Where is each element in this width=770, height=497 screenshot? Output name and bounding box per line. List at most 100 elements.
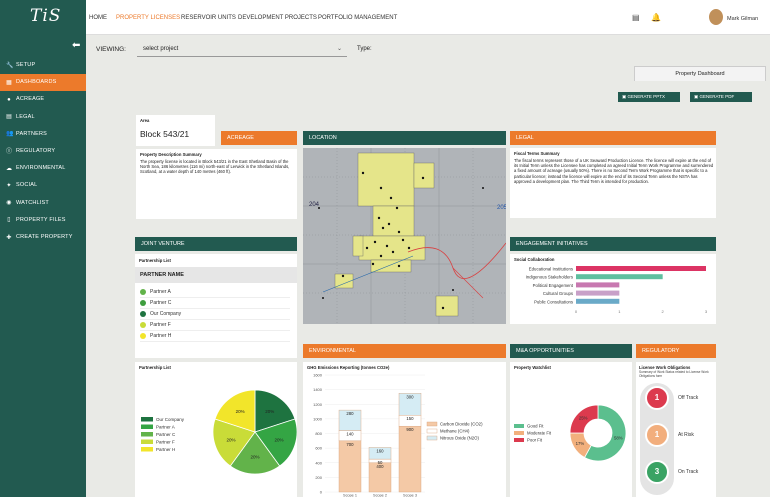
legend-swatch: [141, 439, 153, 444]
sidebar-item-legal[interactable]: ▤ LEGAL: [0, 109, 86, 126]
sidebar-item-setup[interactable]: 🔧 SETUP: [0, 57, 86, 74]
tab-property-dashboard[interactable]: Property Dashboard: [634, 66, 766, 81]
obligation-count-badge[interactable]: 3: [645, 460, 669, 484]
area-label: Area: [140, 118, 150, 123]
partnership-pie-chart: 20% 20% 20% 20% 20% Our Company Partner A Partn…: [141, 389, 297, 475]
nav-reservoir-units[interactable]: RESERVOIR UNITS: [181, 15, 236, 21]
bar-mark: [576, 274, 663, 280]
partner-row[interactable]: Partner F: [140, 320, 290, 331]
sidebar-item-property-files[interactable]: ▯ PROPERTY FILES: [0, 212, 86, 229]
acreage-summary-title: Property Description Summary: [140, 152, 202, 157]
partner-row[interactable]: Our Company: [140, 309, 290, 320]
acreage-panel: Property Description Summary The propert…: [136, 149, 297, 219]
nav-development-projects[interactable]: DEVELOPMENT PROJECTS: [238, 15, 317, 21]
nav-home[interactable]: HOME: [89, 15, 107, 21]
nav-property-licenses[interactable]: PROPERTY LICENSES: [116, 15, 180, 21]
legend-label: Nitrous Oxide (N2O): [440, 436, 479, 441]
chat-icon[interactable]: ▤: [632, 13, 640, 22]
partner-name: Partner A: [150, 289, 171, 295]
partner-color-dot: [140, 300, 146, 306]
handshake-icon: ✦: [6, 182, 12, 189]
app-logo[interactable]: TiS: [30, 6, 61, 26]
stacked-bar-segment: [398, 425, 422, 493]
area-card: Area Block 543/21: [136, 115, 215, 146]
wrench-icon: 🔧: [6, 62, 14, 69]
sidebar-item-dashboards[interactable]: ▦ DASHBOARDS: [0, 74, 86, 92]
sidebar-item-acreage[interactable]: ● ACREAGE: [0, 91, 86, 108]
user-name[interactable]: Mark Gilman: [727, 16, 758, 22]
environmental-header: ENVIRONMENTAL: [303, 344, 506, 358]
x-tick-label: Scope 2: [373, 494, 387, 497]
generate-pdf-button[interactable]: ▣ GENERATE PDF: [690, 92, 752, 102]
sidebar-item-environmental[interactable]: ☁ ENVIRONMENTAL: [0, 160, 86, 177]
partnership-list-title: Partnership List: [139, 258, 171, 263]
slice-value-label: 20%: [227, 437, 236, 442]
legend-swatch: [141, 417, 153, 422]
bar-label: Cultural Groups: [543, 291, 573, 296]
x-tick-label: 0: [575, 309, 578, 314]
project-select[interactable]: select project ⌄: [137, 42, 347, 57]
area-value: Block 543/21: [140, 129, 190, 139]
obligation-count-badge[interactable]: 1: [645, 386, 669, 410]
stacked-bar-segment: [338, 440, 362, 493]
svg-text:205: 205: [497, 205, 506, 211]
sidebar-item-create-property[interactable]: ✚ CREATE PROPERTY: [0, 229, 86, 246]
y-tick-label: 1400: [313, 387, 323, 392]
y-tick-label: 600: [315, 446, 322, 451]
sidebar-item-partners[interactable]: 👥 PARTNERS: [0, 126, 86, 143]
gavel-icon: ▤: [6, 114, 12, 121]
generate-pptx-label: GENERATE PPTX: [627, 94, 665, 99]
alert-circle-icon: ⓘ: [6, 148, 13, 155]
legend-swatch: [426, 435, 438, 441]
file-icon: ▯: [7, 217, 11, 224]
mna-panel: Property Watchlist 58% 17% 25% Good Fit Mode…: [510, 362, 632, 497]
add-location-icon: ✚: [6, 234, 12, 241]
slice-value-label: 20%: [274, 437, 283, 442]
partner-name: Partner C: [150, 300, 172, 306]
joint-venture-panel: Partnership List PARTNER NAME Partner A P…: [135, 254, 297, 358]
legend-label: Methane (CH4): [440, 429, 470, 434]
slice-value-label: 17%: [576, 441, 585, 446]
bar-value-label: 280: [346, 411, 354, 416]
location-map[interactable]: 204 205: [303, 148, 506, 324]
nav-portfolio-management[interactable]: PORTFOLIO MANAGEMENT: [318, 15, 397, 21]
x-tick-label: 3: [705, 309, 708, 314]
legend-swatch: [426, 421, 438, 427]
legend-label: Partner F: [156, 440, 175, 445]
legend-swatch: [141, 432, 153, 437]
sidebar-item-label: REGULATORY: [16, 148, 56, 154]
sidebar-item-social[interactable]: ✦ SOCIAL: [0, 177, 86, 194]
sidebar-item-label: CREATE PROPERTY: [16, 234, 73, 240]
legend-label: Carbon Dioxide (CO2): [440, 422, 483, 427]
obligation-count-badge[interactable]: 1: [645, 423, 669, 447]
partner-name-column-header[interactable]: PARTNER NAME: [135, 267, 297, 283]
slice-value-label: 20%: [236, 409, 245, 414]
bar-label: Indigenous Stakeholders: [526, 275, 573, 280]
partner-color-dot: [140, 311, 146, 317]
sidebar: TiS ⬅ 🔧 SETUP ▦ DASHBOARDS ● ACREAGE ▤ LEGAL 👥 PA…: [0, 0, 86, 497]
partner-row[interactable]: Partner H: [140, 331, 290, 342]
sidebar-item-regulatory[interactable]: ⓘ REGULATORY: [0, 143, 86, 160]
acreage-header: ACREAGE: [221, 131, 297, 145]
engagement-header: ENGAGEMENT INITIATIVES: [510, 237, 716, 251]
sidebar-item-watchlist[interactable]: ◉ WATCHLIST: [0, 195, 86, 212]
generate-pptx-button[interactable]: ▣ GENERATE PPTX: [618, 92, 680, 102]
partnership-pie-panel: Partnership List 20% 20% 20% 20% 20% Our Comp…: [135, 362, 297, 497]
legend-swatch: [514, 424, 524, 428]
slice-value-label: 58%: [614, 436, 623, 441]
partner-row[interactable]: Partner A: [140, 287, 290, 298]
sidebar-item-label: PARTNERS: [16, 130, 48, 137]
ghg-emissions-chart: 0 200 400 600 800 1000 1200 1400 1600 700 140 280 Sc…: [313, 373, 483, 497]
bell-icon[interactable]: 🔔: [651, 13, 661, 22]
joint-venture-header: JOINT VENTURE: [135, 237, 297, 251]
map-canvas: 204 205: [303, 148, 506, 324]
obligation-status-label: At Risk: [678, 432, 694, 438]
partner-name: Partner F: [150, 322, 171, 328]
bar-mark: [576, 298, 620, 304]
app-root: TiS ⬅ 🔧 SETUP ▦ DASHBOARDS ● ACREAGE ▤ LEGAL 👥 PA…: [0, 0, 770, 497]
collapse-sidebar-icon[interactable]: ⬅: [72, 40, 80, 51]
avatar[interactable]: [709, 9, 723, 25]
partner-row[interactable]: Partner C: [140, 298, 290, 309]
regulatory-panel: License Work Obligations Summary of Work…: [636, 362, 716, 497]
y-tick-label: 1000: [313, 416, 323, 421]
